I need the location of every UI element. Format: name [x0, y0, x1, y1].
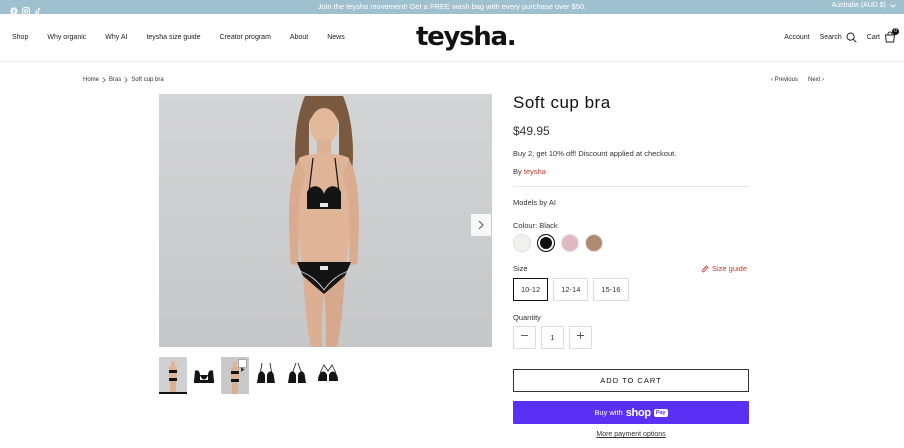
colour-label: Colour: Black	[513, 221, 558, 230]
colour-label-text: Colour:	[513, 221, 538, 230]
thumbnail-4[interactable]	[252, 357, 280, 394]
swatch-black[interactable]	[537, 234, 555, 252]
account-label: Account	[784, 33, 810, 41]
announcement-message: Join the teysha movement! Get a FREE was…	[317, 2, 587, 11]
quantity-decrease-button[interactable]	[513, 326, 536, 349]
header-tools: Account Search Cart 0	[774, 28, 899, 43]
product-pagination: ‹ Previous Next ›	[771, 77, 824, 83]
account-link[interactable]: Account	[784, 34, 809, 41]
size-option-12-14[interactable]: 12-14	[553, 278, 589, 301]
promo-text: Buy 2, get 10% off! Discount applied at …	[513, 149, 677, 158]
quantity-label: Quantity	[513, 313, 541, 322]
divider	[513, 186, 749, 187]
chevron-right-icon	[102, 77, 106, 83]
cart-button[interactable]: Cart 0	[866, 28, 899, 43]
chevron-right-icon	[124, 77, 129, 83]
thumbnail-strip	[159, 357, 342, 394]
product-title: Soft cup bra	[513, 93, 611, 112]
plus-icon	[577, 332, 584, 339]
bra-thumb-image	[318, 364, 338, 381]
colour-value: Black	[539, 221, 558, 230]
next-link[interactable]: Next ›	[808, 77, 824, 83]
shop-pay-logo: shop	[625, 406, 651, 419]
model-thumb-image	[169, 361, 177, 392]
thumbnail-6[interactable]	[314, 357, 342, 394]
cart-icon-wrap: 0	[884, 28, 899, 43]
by-prefix: By	[513, 167, 522, 176]
thumbnail-3-video[interactable]	[221, 357, 249, 394]
add-to-cart-button[interactable]: ADD TO CART	[513, 369, 749, 392]
buy-with-label: Buy with	[594, 408, 623, 417]
nav-item-why-ai[interactable]: Why AI	[105, 34, 127, 41]
search-icon	[846, 32, 857, 43]
breadcrumb: Home Bras Soft cup bra	[83, 77, 164, 83]
product-price: $49.95	[513, 124, 550, 138]
nav-item-why-organic[interactable]: Why organic	[47, 34, 86, 41]
bra-thumb-image	[257, 362, 275, 383]
nav-item-news[interactable]: News	[327, 34, 345, 41]
quantity-input[interactable]: 1	[541, 326, 564, 349]
chevron-down-icon	[890, 3, 896, 8]
search-label: Search	[819, 33, 842, 41]
more-payment-options-link[interactable]: More payment options	[513, 431, 749, 438]
size-option-15-16[interactable]: 15-16	[593, 278, 629, 301]
bra-thumb-image	[288, 362, 306, 383]
main-nav: Shop Why organic Why AI teysha size guid…	[12, 34, 364, 41]
models-note: Models by AI	[513, 198, 556, 207]
quantity-stepper: 1	[513, 326, 592, 349]
announcement-bar: Join the teysha movement! Get a FREE was…	[0, 0, 904, 15]
ruler-icon	[701, 264, 709, 273]
previous-link[interactable]: ‹ Previous	[771, 77, 798, 83]
chevron-right-icon	[478, 220, 484, 230]
swatch-pink[interactable]	[561, 234, 579, 252]
breadcrumb-bras[interactable]: Bras	[109, 77, 121, 83]
region-label: Australia (AUD $)	[831, 2, 886, 9]
thumbnail-1[interactable]	[159, 357, 187, 394]
quantity-increase-button[interactable]	[569, 326, 592, 349]
region-selector[interactable]: Australia (AUD $)	[832, 2, 896, 9]
breadcrumb-current: Soft cup bra	[131, 77, 164, 83]
search-button[interactable]: Search	[820, 32, 857, 43]
next-label: Next	[807, 77, 821, 83]
model-photo	[289, 96, 359, 347]
site-logo[interactable]: teysha.	[416, 22, 517, 52]
product-main-image[interactable]	[159, 94, 492, 347]
size-guide-label: Size guide	[712, 264, 748, 273]
size-options: 10-12 12-14 15-16	[513, 278, 629, 301]
colour-swatches	[513, 234, 603, 252]
pay-badge: Pay	[653, 408, 668, 417]
previous-label: Previous	[774, 77, 798, 83]
cart-label: Cart	[866, 33, 880, 41]
brand-link[interactable]: teysha	[524, 167, 546, 176]
minus-icon	[521, 335, 528, 336]
breadcrumb-home[interactable]: Home	[83, 77, 99, 83]
image-next-button[interactable]	[471, 214, 491, 236]
swatch-white[interactable]	[513, 234, 531, 252]
size-option-10-12[interactable]: 10-12	[513, 278, 549, 301]
bra-thumb-image	[194, 370, 214, 383]
nav-item-size-guide[interactable]: teysha size guide	[146, 34, 200, 41]
nav-item-about[interactable]: About	[290, 34, 308, 41]
shop-pay-button[interactable]: Buy with shop Pay	[513, 401, 749, 424]
swatch-tan[interactable]	[585, 234, 603, 252]
thumbnail-2[interactable]	[190, 357, 218, 394]
nav-item-shop[interactable]: Shop	[12, 34, 28, 41]
size-guide-link[interactable]: Size guide	[701, 264, 747, 273]
brand-line: By teysha	[513, 167, 546, 176]
nav-item-creator-program[interactable]: Creator program	[220, 34, 271, 41]
play-icon	[238, 359, 247, 372]
site-header: Shop Why organic Why AI teysha size guid…	[0, 14, 904, 62]
thumbnail-5[interactable]	[283, 357, 311, 394]
size-label: Size	[513, 264, 528, 273]
cart-count-badge: 0	[892, 28, 899, 35]
